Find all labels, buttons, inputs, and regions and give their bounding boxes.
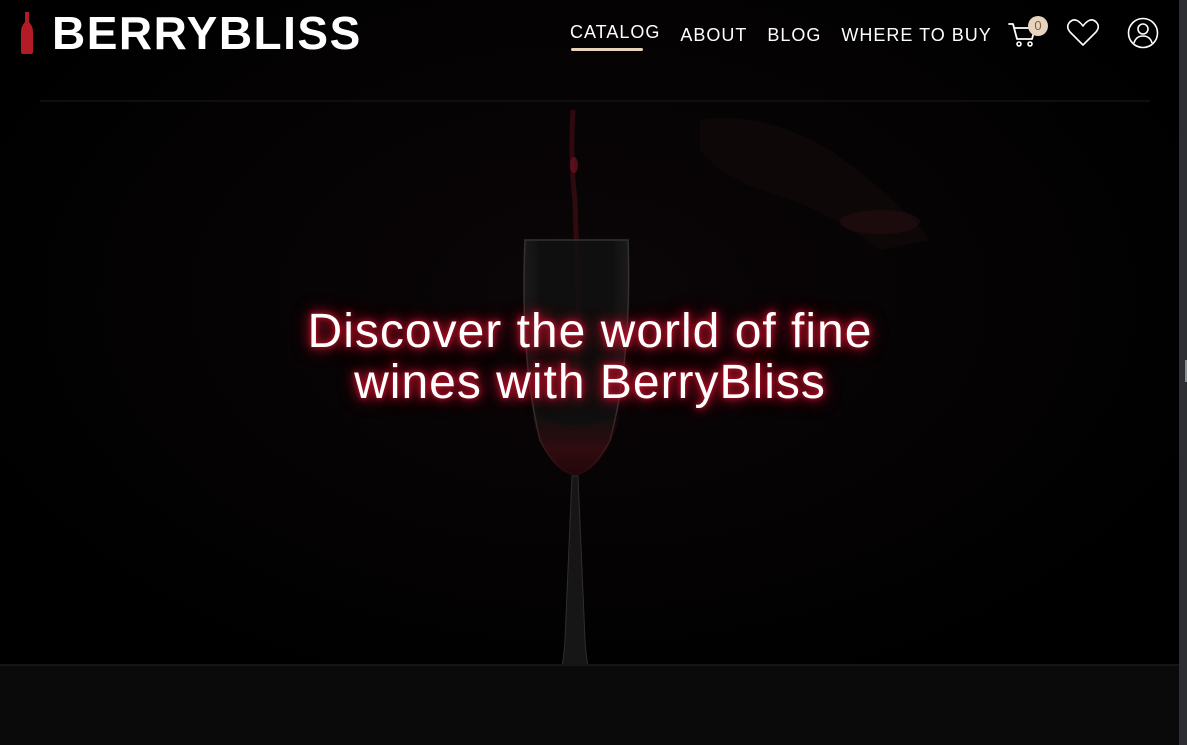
hero-title: Discover the world of fine wines with Be… (307, 305, 873, 409)
nav-item-where-to-buy[interactable]: WHERE TO BUY (841, 25, 991, 46)
user-icon (1127, 17, 1159, 49)
wine-bottle-icon (21, 12, 33, 54)
nav-item-blog[interactable]: BLOG (767, 25, 821, 46)
logo[interactable]: BERRYBLISS (20, 8, 362, 58)
hero-section: Discover the world of fine wines with Be… (0, 0, 1179, 745)
header-icons: 0 (1006, 16, 1160, 50)
nav-item-catalog[interactable]: CATALOG (570, 22, 660, 51)
cart-button[interactable]: 0 (1006, 16, 1048, 50)
heart-icon (1066, 19, 1100, 46)
account-button[interactable] (1126, 16, 1160, 50)
cart-count-badge: 0 (1028, 16, 1048, 36)
brand-name: BERRYBLISS (52, 7, 362, 59)
main-nav: CATALOG ABOUT BLOG WHERE TO BUY (560, 0, 1002, 70)
page: Discover the world of fine wines with Be… (0, 0, 1179, 745)
scrollbar-strip (1179, 0, 1187, 745)
nav-item-about[interactable]: ABOUT (680, 25, 747, 46)
site-header: BERRYBLISS CATALOG ABOUT BLOG WHERE TO B… (0, 0, 1179, 70)
wishlist-button[interactable] (1066, 16, 1100, 50)
